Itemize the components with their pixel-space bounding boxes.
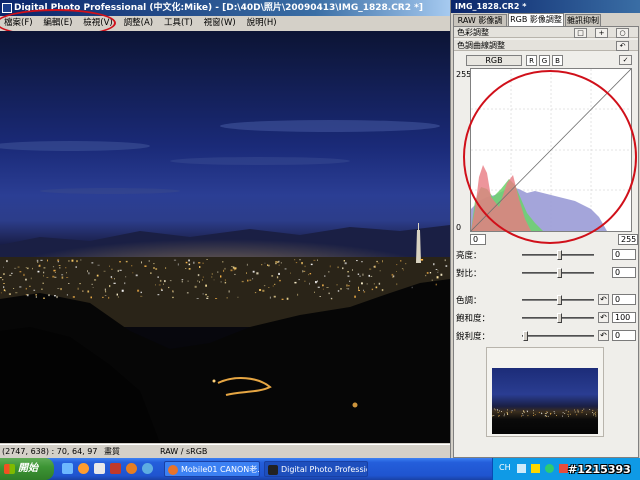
color-adjust-header: 色彩調整 — [454, 27, 638, 38]
night-city-photo — [0, 120, 450, 443]
tone-curve-reset-icon[interactable]: ↶ — [616, 41, 629, 51]
firefox-icon — [168, 465, 178, 475]
slider-label: 亮度： — [456, 251, 482, 261]
palette-titlebar[interactable]: IMG_1828.CR2 * — [451, 0, 640, 13]
annotation-ellipse-curve — [463, 70, 637, 244]
slider-value-field[interactable]: 0 — [612, 330, 636, 341]
quicklaunch-icon-2[interactable] — [78, 463, 89, 474]
curve-out-min-field[interactable]: 0 — [470, 234, 486, 245]
quicklaunch-icon-3[interactable] — [94, 463, 105, 474]
curve-input-min: 0 — [456, 223, 462, 232]
thumbnail-image[interactable] — [492, 368, 599, 434]
slider-label: 色調： — [456, 296, 482, 306]
color-tool-button-2[interactable]: + — [595, 28, 608, 38]
statusbar: (2747, 638) : 70, 64, 97 畫質 RAW / sRGB — [0, 444, 450, 458]
quicklaunch-icon-5[interactable] — [126, 463, 137, 474]
color-adjust-label: 色彩調整 — [457, 28, 489, 37]
slider-track[interactable] — [522, 335, 594, 337]
menu-adjust[interactable]: 調整(A) — [120, 16, 157, 30]
slider-value-field[interactable]: 100 — [612, 312, 636, 323]
channel-g-button[interactable]: G — [539, 55, 550, 66]
tab-rgb-adjust[interactable]: RGB 影像調整 — [508, 13, 564, 26]
tone-curve-header: 色調曲線調整 — [454, 40, 638, 51]
start-button[interactable]: 開始 — [0, 458, 54, 480]
slider-label: 對比： — [456, 269, 482, 279]
channel-r-label: R — [529, 57, 534, 65]
slider-value-field[interactable]: 0 — [612, 249, 636, 260]
reset-icon[interactable]: ↶ — [598, 312, 609, 323]
tab-noise-label: 雜訊抑制 — [567, 16, 599, 25]
slider-thumb[interactable] — [557, 295, 562, 305]
quicklaunch-icon-4[interactable] — [110, 463, 121, 474]
color-tool-button-1[interactable]: □ — [574, 28, 587, 38]
task-label-1: Mobile01 CANON老... — [181, 465, 260, 474]
tray-icon-3[interactable] — [545, 464, 554, 473]
quicklaunch-icon-6[interactable] — [142, 463, 153, 474]
channel-r-button[interactable]: R — [526, 55, 537, 66]
task-digital-photo-professional[interactable]: Digital Photo Professio... — [264, 461, 368, 477]
tab-rgb-label: RGB 影像調整 — [510, 15, 562, 24]
thumbnail-frame — [486, 347, 604, 437]
task-label-2: Digital Photo Professio... — [281, 465, 367, 474]
slider-thumb[interactable] — [557, 268, 562, 278]
tray-icon-4[interactable] — [559, 464, 568, 473]
slider-thumb[interactable] — [557, 313, 562, 323]
slider-value-field[interactable]: 0 — [612, 267, 636, 278]
channel-g-label: G — [541, 57, 548, 65]
reset-icon[interactable]: ↶ — [598, 294, 609, 305]
taskbar: 開始 Mobile01 CANON老... Digital Photo Prof… — [0, 458, 640, 480]
tab-raw-adjust[interactable]: RAW 影像調整 — [453, 14, 507, 36]
quicklaunch-icon-1[interactable] — [62, 463, 73, 474]
app-icon — [2, 3, 12, 13]
curve-out-max-field[interactable]: 255 — [618, 234, 638, 245]
tray-lang[interactable]: CH — [499, 463, 511, 472]
slider-thumb[interactable] — [523, 331, 528, 341]
image-view[interactable] — [0, 31, 450, 443]
reset-icon[interactable]: ↶ — [598, 330, 609, 341]
status-coords: (2747, 638) : 70, 64, 97 — [2, 447, 98, 456]
tray-icon-1[interactable] — [517, 464, 526, 473]
dpp-icon — [268, 465, 278, 475]
menu-window[interactable]: 視窗(W) — [200, 16, 240, 30]
channel-value: RGB — [485, 56, 503, 65]
task-firefox-mobile01[interactable]: Mobile01 CANON老... — [164, 461, 260, 477]
tone-curve-label: 色調曲線調整 — [457, 41, 505, 50]
eyedropper-icon[interactable]: ✓ — [619, 55, 632, 65]
status-quality: 畫質 — [104, 447, 120, 456]
menu-help[interactable]: 說明(H) — [243, 16, 281, 30]
status-colorspace: RAW / sRGB — [160, 447, 208, 456]
color-tool-button-3[interactable]: ○ — [616, 28, 629, 38]
slider-label: 飽和度： — [456, 314, 491, 324]
channel-select[interactable]: RGB — [466, 55, 522, 66]
start-label: 開始 — [18, 463, 38, 474]
channel-b-label: B — [555, 57, 560, 65]
slider-thumb[interactable] — [557, 250, 562, 260]
thumbnail-svg — [492, 408, 599, 417]
palette-title: IMG_1828.CR2 * — [455, 2, 527, 11]
windows-logo-icon — [4, 464, 15, 474]
curve-input-max: 255 — [456, 70, 472, 79]
menu-tools[interactable]: 工具(T) — [160, 16, 197, 30]
slider-label: 銳利度： — [456, 332, 491, 342]
tray-icon-2[interactable] — [531, 464, 540, 473]
slider-value-field[interactable]: 0 — [612, 294, 636, 305]
watermark: #1215393 — [568, 463, 631, 476]
tab-noise-reduction[interactable]: 雜訊抑制 — [565, 14, 601, 26]
channel-b-button[interactable]: B — [552, 55, 563, 66]
